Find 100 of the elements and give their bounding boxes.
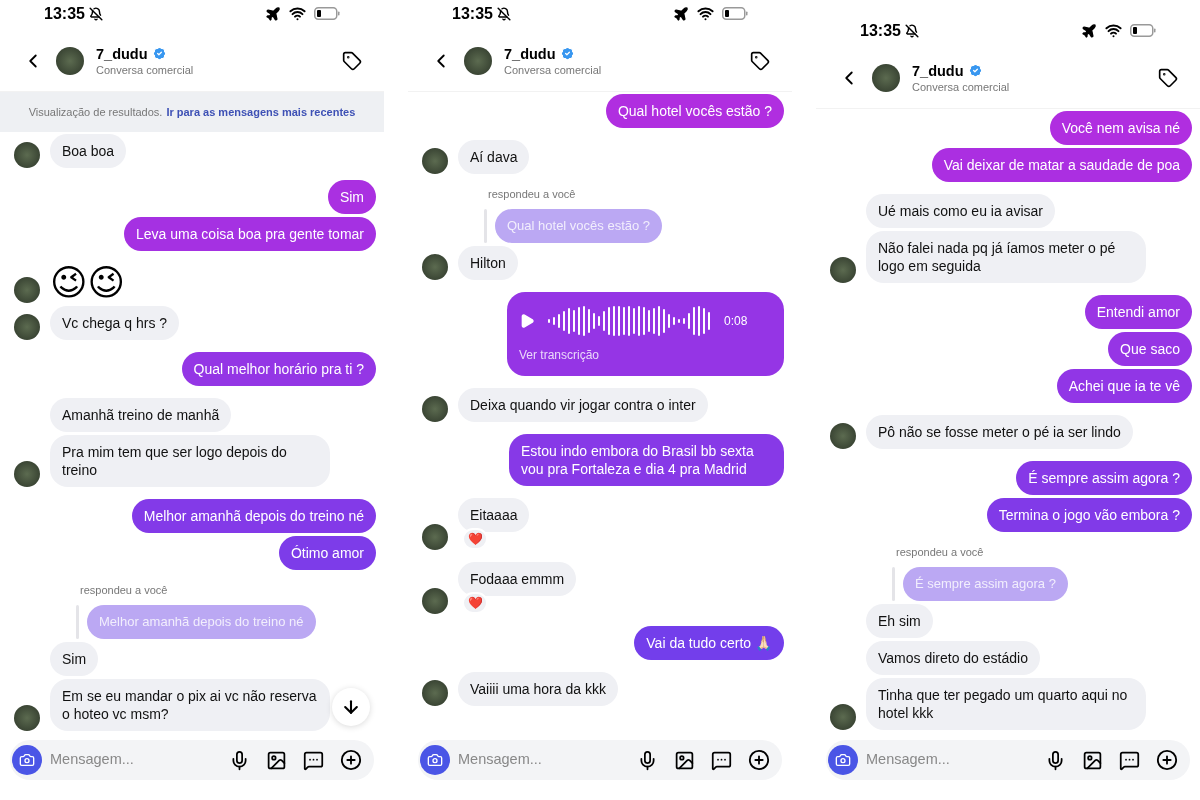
received-message: Tinha que ter pegado um quarto aqui no hotel kkk bbox=[866, 677, 1146, 730]
message-placeholder: Mensagem... bbox=[866, 750, 951, 770]
contact-name: 7_dudu bbox=[504, 44, 556, 63]
tag-icon[interactable] bbox=[750, 50, 770, 71]
avatar bbox=[422, 148, 448, 174]
sent-message: Que saco bbox=[1108, 332, 1192, 366]
image-icon[interactable] bbox=[1082, 749, 1103, 771]
sent-message: Sim bbox=[327, 180, 376, 214]
sent-message: Estou indo embora do Brasil bb sexta vou pra Fortaleza e dia 4 pra Madrid bbox=[509, 433, 784, 486]
reaction: ❤ bbox=[462, 591, 488, 614]
airplane-icon bbox=[673, 5, 689, 22]
sent-message: Leva uma coisa boa pra gente tomar bbox=[123, 217, 376, 251]
bell-off-icon bbox=[88, 6, 103, 21]
voice-duration: 0:08 bbox=[724, 312, 748, 330]
camera-icon bbox=[19, 752, 35, 768]
sent-message: É sempre assim agora ? bbox=[1016, 461, 1192, 495]
avatar bbox=[422, 587, 448, 614]
tag-icon[interactable] bbox=[1158, 67, 1178, 88]
arrow-down-icon bbox=[341, 697, 361, 717]
sent-message: Vai da tudo certo 🙏🏻 bbox=[634, 625, 784, 660]
quoted-message: Melhor amanhã depois do treino né bbox=[87, 604, 316, 639]
bell-off-icon bbox=[904, 23, 919, 38]
image-icon[interactable] bbox=[674, 749, 695, 771]
image-icon[interactable] bbox=[266, 749, 287, 771]
avatar bbox=[14, 314, 40, 340]
reply-label: respondeu a você bbox=[488, 187, 577, 202]
contact-name: 7_dudu bbox=[96, 44, 148, 63]
received-message: Pra mim tem que ser logo depois do treino bbox=[50, 435, 330, 487]
received-message: Sim bbox=[50, 641, 99, 676]
camera-button[interactable] bbox=[420, 745, 450, 775]
battery-icon bbox=[722, 7, 748, 20]
plus-icon[interactable] bbox=[748, 749, 770, 771]
recent-messages-link[interactable]: Ir para as mensagens mais recentes bbox=[166, 103, 356, 121]
chat-icon[interactable] bbox=[303, 749, 324, 771]
avatar bbox=[872, 63, 900, 92]
sent-message: Vai deixar de matar a saudade de poa bbox=[931, 148, 1192, 182]
received-message: Amanhã treino de manhã bbox=[50, 398, 232, 432]
received-message: Pô não se fosse meter o pé ia ser lindo bbox=[866, 415, 1133, 449]
contact-name: 7_dudu bbox=[912, 61, 964, 80]
play-icon[interactable] bbox=[519, 312, 535, 329]
avatar bbox=[830, 257, 856, 283]
wifi-icon bbox=[697, 5, 714, 22]
avatar bbox=[464, 46, 492, 75]
tag-icon[interactable] bbox=[342, 50, 362, 71]
camera-button[interactable] bbox=[828, 745, 858, 775]
received-message: Em se eu mandar o pix ai vc não reserva o hoteo vc msm? bbox=[50, 678, 330, 731]
plus-icon[interactable] bbox=[340, 749, 362, 771]
reply-label: respondeu a você bbox=[80, 583, 169, 598]
message-composer[interactable]: Mensagem... bbox=[826, 740, 1190, 780]
received-message: Eh sim bbox=[866, 603, 933, 638]
avatar bbox=[56, 46, 84, 75]
received-message: Boa boa bbox=[50, 134, 127, 168]
airplane-icon bbox=[265, 5, 281, 22]
message-composer[interactable]: Mensagem... bbox=[418, 740, 782, 780]
camera-icon bbox=[835, 752, 851, 768]
avatar bbox=[422, 523, 448, 550]
received-message: Eitaaaa bbox=[458, 497, 530, 532]
received-message: Hilton bbox=[458, 245, 518, 280]
camera-icon bbox=[427, 752, 443, 768]
received-message: Ué mais como eu ia avisar bbox=[866, 194, 1055, 228]
wifi-icon bbox=[1105, 22, 1122, 39]
sent-message: Ótimo amor bbox=[278, 536, 376, 570]
message-composer[interactable]: Mensagem... bbox=[10, 740, 374, 780]
battery-icon bbox=[1130, 24, 1156, 37]
message-placeholder: Mensagem... bbox=[458, 750, 543, 770]
bell-off-icon bbox=[496, 6, 511, 21]
airplane-icon bbox=[1081, 22, 1097, 39]
emoji-message: 😉😉 bbox=[50, 263, 126, 303]
verified-icon bbox=[967, 63, 983, 78]
sent-message: Entendi amor bbox=[1084, 295, 1192, 329]
camera-button[interactable] bbox=[12, 745, 42, 775]
transcription-link[interactable]: Ver transcrição bbox=[519, 345, 772, 364]
sent-message: Qual hotel vocês estão ? bbox=[605, 94, 784, 128]
verified-icon bbox=[559, 46, 575, 61]
battery-icon bbox=[314, 7, 340, 20]
chat-icon[interactable] bbox=[711, 749, 732, 771]
received-message: Vamos direto do estádio bbox=[866, 640, 1040, 675]
waveform-icon bbox=[547, 303, 712, 338]
avatar bbox=[422, 679, 448, 706]
scroll-down-button[interactable] bbox=[332, 688, 370, 726]
contact-subtitle: Conversa comercial bbox=[504, 62, 602, 77]
received-message: Vc chega q hrs ? bbox=[50, 306, 180, 340]
status-time: 13:35 bbox=[860, 20, 901, 41]
reaction: ❤ bbox=[462, 527, 488, 550]
status-time: 13:35 bbox=[452, 3, 493, 24]
quoted-message: É sempre assim agora ? bbox=[903, 566, 1068, 601]
wifi-icon bbox=[289, 5, 306, 22]
avatar bbox=[422, 253, 448, 280]
contact-subtitle: Conversa comercial bbox=[912, 79, 1010, 94]
banner-text: Visualização de resultados. bbox=[28, 104, 163, 120]
chat-icon[interactable] bbox=[1119, 749, 1140, 771]
sent-message: Qual melhor horário pra ti ? bbox=[181, 352, 376, 386]
verified-icon bbox=[151, 46, 167, 61]
plus-icon[interactable] bbox=[1156, 749, 1178, 771]
avatar bbox=[14, 142, 40, 168]
message-placeholder: Mensagem... bbox=[50, 750, 135, 770]
avatar bbox=[14, 704, 40, 731]
status-time: 13:35 bbox=[44, 3, 85, 24]
contact-subtitle: Conversa comercial bbox=[96, 62, 194, 77]
avatar bbox=[14, 461, 40, 487]
